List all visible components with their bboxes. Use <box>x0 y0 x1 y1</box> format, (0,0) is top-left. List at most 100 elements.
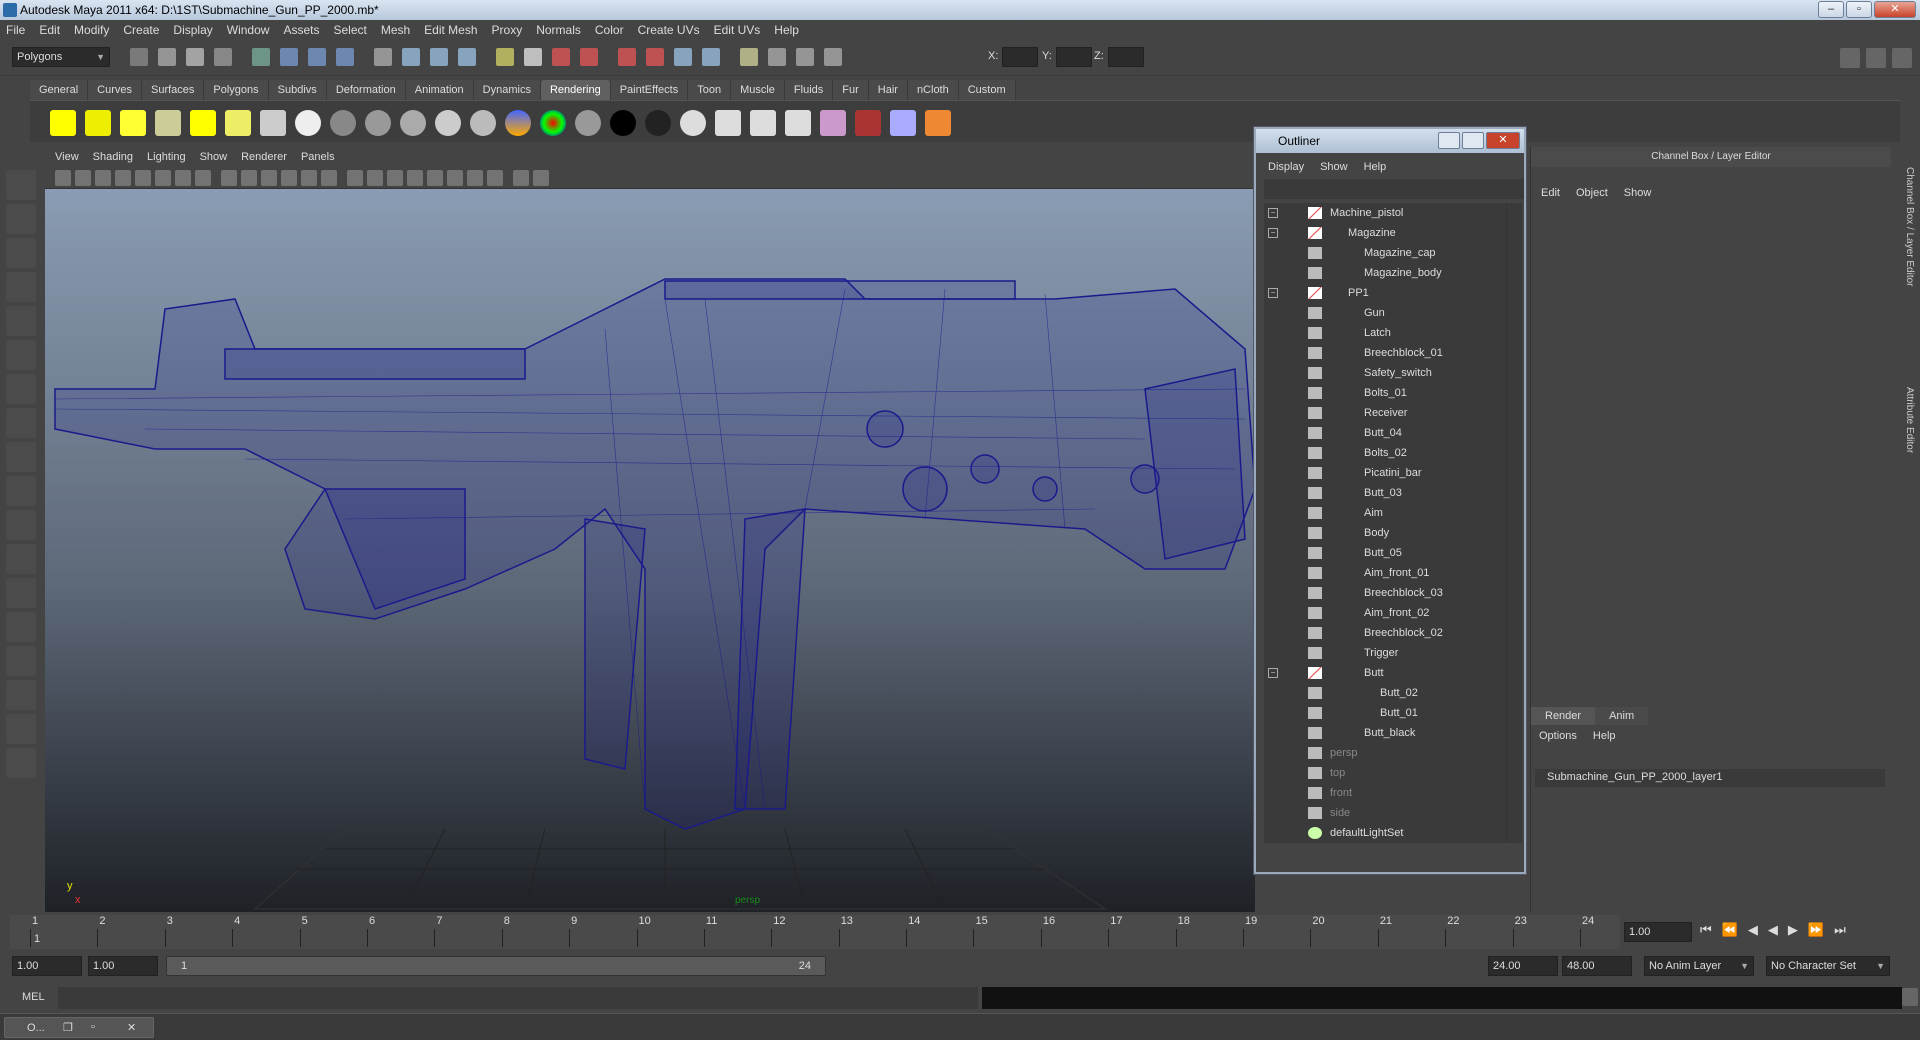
shelf-tab-animation[interactable]: Animation <box>405 80 474 100</box>
menu-normals[interactable]: Normals <box>536 23 581 37</box>
go-end-icon[interactable]: ⏭ <box>1834 922 1846 938</box>
x-coord-input[interactable] <box>1002 47 1038 67</box>
hud-icon[interactable] <box>533 170 549 186</box>
minimize-icon[interactable]: – <box>1818 1 1844 18</box>
outliner-item[interactable]: front <box>1264 783 1506 803</box>
snap-plane-icon[interactable] <box>402 48 420 66</box>
ipr-render-icon[interactable] <box>715 110 741 136</box>
outliner-item[interactable]: − Machine_pistol <box>1264 203 1506 223</box>
gray-shader-icon[interactable] <box>575 110 601 136</box>
collapse-icon[interactable]: − <box>1268 288 1278 298</box>
collapse-icon[interactable]: − <box>1268 208 1278 218</box>
volume-light-icon[interactable] <box>225 110 251 136</box>
outliner-minimize-icon[interactable] <box>1438 132 1460 149</box>
camera-attributes-icon[interactable] <box>75 170 91 186</box>
menu-edit[interactable]: Edit <box>39 23 60 37</box>
save-scene-icon[interactable] <box>186 48 204 66</box>
image-plane-icon[interactable] <box>115 170 131 186</box>
outliner-item[interactable]: Breechblock_03 <box>1264 583 1506 603</box>
black-shader-icon[interactable] <box>610 110 636 136</box>
command-input[interactable] <box>58 987 978 1009</box>
collapse-icon[interactable]: − <box>1268 228 1278 238</box>
camera-select-icon[interactable] <box>55 170 71 186</box>
show-render-icon[interactable] <box>740 48 758 66</box>
menu-window[interactable]: Window <box>227 23 270 37</box>
layer-tab-anim[interactable]: Anim <box>1595 707 1649 725</box>
layer-row[interactable]: Submachine_Gun_PP_2000_layer1 <box>1535 769 1885 787</box>
lock-icon[interactable] <box>674 48 692 66</box>
play-forward-icon[interactable]: ▶ <box>1788 922 1798 938</box>
layout-four-icon[interactable] <box>6 544 36 574</box>
menu-proxy[interactable]: Proxy <box>492 23 523 37</box>
outliner-item[interactable]: − PP1 <box>1264 283 1506 303</box>
point-light-icon[interactable] <box>120 110 146 136</box>
menu-edit-uvs[interactable]: Edit UVs <box>714 23 761 37</box>
2d-pan-icon[interactable] <box>135 170 151 186</box>
viewport-menu-show[interactable]: Show <box>200 151 228 163</box>
grid-toggle-icon[interactable] <box>175 170 191 186</box>
anim-layer-dropdown[interactable]: No Anim Layer ▼ <box>1644 956 1754 976</box>
snap-grid-icon[interactable] <box>308 48 326 66</box>
field-chart-icon[interactable] <box>261 170 277 186</box>
playback-start-field[interactable]: 1.00 <box>88 956 158 976</box>
safe-action-icon[interactable] <box>281 170 297 186</box>
outliner-item[interactable]: Butt_02 <box>1264 683 1506 703</box>
outliner-item[interactable]: Body <box>1264 523 1506 543</box>
film-gate-icon[interactable] <box>195 170 211 186</box>
play-back-icon[interactable]: ◀ <box>1768 922 1778 938</box>
outliner-item[interactable]: top <box>1264 763 1506 783</box>
select-hierarchy-icon[interactable] <box>214 48 232 66</box>
viewport-menu-panels[interactable]: Panels <box>301 151 335 163</box>
restore-icon[interactable]: ❐ <box>63 1021 73 1034</box>
outliner-item[interactable]: persp <box>1264 743 1506 763</box>
outliner-item[interactable]: Trigger <box>1264 643 1506 663</box>
current-frame-field[interactable]: 1.00 <box>1624 922 1692 942</box>
outliner-item[interactable]: Breechblock_02 <box>1264 623 1506 643</box>
snap-curve-icon[interactable] <box>336 48 354 66</box>
shelf-tab-polygons[interactable]: Polygons <box>204 80 269 100</box>
resolution-gate-icon[interactable] <box>221 170 237 186</box>
collapse-icon[interactable]: − <box>1268 668 1278 678</box>
color-ramp-icon[interactable] <box>540 110 566 136</box>
shadows-icon[interactable] <box>427 170 443 186</box>
soft-mod-icon[interactable] <box>6 408 36 438</box>
last-tool-icon[interactable] <box>6 476 36 506</box>
outliner-item[interactable]: Breechblock_01 <box>1264 343 1506 363</box>
select-by-name-icon[interactable] <box>702 48 720 66</box>
ambient-light-icon[interactable] <box>50 110 76 136</box>
shelf-tab-general[interactable]: General <box>30 80 89 100</box>
paint-icon[interactable] <box>925 110 951 136</box>
grease-pencil-icon[interactable] <box>155 170 171 186</box>
side-tab-attribute-editor[interactable]: Attribute Editor <box>1904 387 1915 453</box>
menu-create-uvs[interactable]: Create UVs <box>638 23 700 37</box>
paint-select-icon[interactable] <box>6 238 36 268</box>
outliner-item[interactable]: Magazine_body <box>1264 263 1506 283</box>
quick-layout-icon[interactable] <box>6 748 36 778</box>
outliner-item[interactable]: Butt_03 <box>1264 483 1506 503</box>
rotate-tool-icon[interactable] <box>6 306 36 336</box>
render-current-icon[interactable] <box>458 48 476 66</box>
layout-graph-icon[interactable] <box>6 612 36 642</box>
menu-help[interactable]: Help <box>774 23 799 37</box>
spot-light-icon[interactable] <box>155 110 181 136</box>
xray-joints-icon[interactable] <box>513 170 529 186</box>
render-settings-icon[interactable] <box>524 48 542 66</box>
bookmarks-icon[interactable] <box>95 170 111 186</box>
time-slider[interactable]: 1 2 3 4 5 6 7 8 9 10 11 12 13 14 15 16 17 18 19 20 21 22 23 24 1 <box>10 915 1620 949</box>
channel-menu-object[interactable]: Object <box>1576 187 1608 199</box>
y-coord-input[interactable] <box>1056 47 1092 67</box>
viewport-menu-shading[interactable]: Shading <box>93 151 133 163</box>
attribute-editor-icon[interactable] <box>1892 48 1912 68</box>
maximize-icon[interactable]: ▫ <box>1846 1 1872 18</box>
open-scene-icon[interactable] <box>158 48 176 66</box>
outliner-item[interactable]: Butt_black <box>1264 723 1506 743</box>
viewport-menu-lighting[interactable]: Lighting <box>147 151 186 163</box>
render-view-icon[interactable] <box>785 110 811 136</box>
shelf-tab-fluids[interactable]: Fluids <box>784 80 834 100</box>
outliner-item[interactable]: defaultLightSet <box>1264 823 1506 843</box>
snap-point-icon[interactable] <box>374 48 392 66</box>
playback-end-field[interactable]: 24.00 <box>1488 956 1558 976</box>
gate-mask-icon[interactable] <box>241 170 257 186</box>
outliner-item[interactable]: Aim <box>1264 503 1506 523</box>
ipr-render-icon[interactable] <box>496 48 514 66</box>
